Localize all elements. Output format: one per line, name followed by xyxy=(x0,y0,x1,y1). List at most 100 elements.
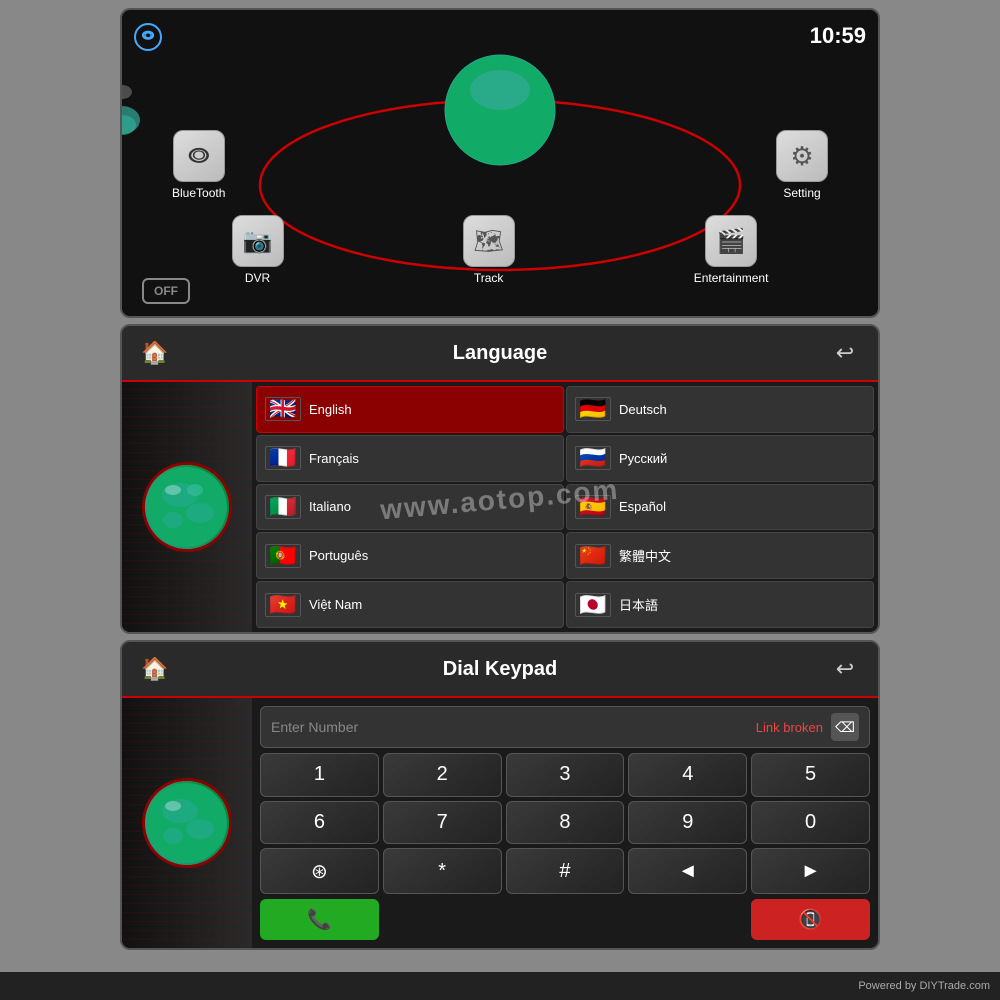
bluetooth-icon-box: ⭖ xyxy=(173,130,225,182)
language-item-english[interactable]: 🇬🇧 English xyxy=(256,386,564,433)
flag-3: 🇷🇺 xyxy=(575,446,611,470)
key-x[interactable]: * xyxy=(383,848,502,894)
key-x[interactable]: # xyxy=(506,848,625,894)
back-button[interactable]: ↩ xyxy=(828,336,862,370)
language-item-deutsch[interactable]: 🇩🇪 Deutsch xyxy=(566,386,874,433)
keypad-header: 🏠 Dial Keypad ↩ xyxy=(122,642,878,698)
number-input-bar: Enter Number Link broken ⌫ xyxy=(260,706,870,748)
home-button[interactable]: 🏠 xyxy=(138,336,172,370)
flag-7: 🇨🇳 xyxy=(575,544,611,568)
off-button[interactable]: OFF xyxy=(142,278,190,304)
call-empty-3 xyxy=(628,899,747,940)
setting-icon-box: ⚙ xyxy=(776,130,828,182)
language-item-español[interactable]: 🇪🇸 Español xyxy=(566,484,874,531)
key-x[interactable]: ► xyxy=(751,848,870,894)
key-7[interactable]: 7 xyxy=(383,801,502,845)
menu-row2: 📷 DVR 🗺 Track 🎬 Entertainment xyxy=(122,215,878,285)
link-broken-status: Link broken xyxy=(756,720,823,735)
footer-bar: Powered by DIYTrade.com xyxy=(0,972,1000,1000)
backspace-button[interactable]: ⌫ xyxy=(831,713,859,741)
keypad-home-button[interactable]: 🏠 xyxy=(138,652,172,686)
main-menu-inner: ⭖ 10:59 xyxy=(122,10,878,316)
call-empty-2 xyxy=(506,899,625,940)
language-item-português[interactable]: 🇵🇹Português xyxy=(256,532,564,579)
globe-ball xyxy=(142,462,232,552)
language-grid: 🇬🇧 English 🇩🇪 Deutsch 🇫🇷 Français 🇷🇺Русский 🇮🇹 I… xyxy=(252,382,878,632)
call-row: 📞 📵 xyxy=(260,899,870,940)
language-title: Language xyxy=(453,342,547,365)
key-x[interactable]: ⊛ xyxy=(260,848,379,894)
menu-row1: ⭖ BlueTooth ⚙ Setting xyxy=(122,130,878,200)
footer-text: Powered by DIYTrade.com xyxy=(858,980,990,992)
language-item-italiano[interactable]: 🇮🇹 Italiano xyxy=(256,484,564,531)
end-call-button[interactable]: 📵 xyxy=(751,899,870,940)
key-8[interactable]: 8 xyxy=(506,801,625,845)
key-0[interactable]: 0 xyxy=(751,801,870,845)
key-4[interactable]: 4 xyxy=(628,753,747,797)
flag-4: 🇮🇹 xyxy=(265,495,301,519)
track-icon-box: 🗺 xyxy=(463,215,515,267)
lang-name-2: Français xyxy=(309,451,359,466)
lang-name-1: Deutsch xyxy=(619,402,667,417)
bluetooth-label: BlueTooth xyxy=(172,186,225,200)
globe-decoration xyxy=(122,382,252,632)
language-item-日本語[interactable]: 🇯🇵 日本語 xyxy=(566,581,874,628)
key-3[interactable]: 3 xyxy=(506,753,625,797)
key-2[interactable]: 2 xyxy=(383,753,502,797)
keypad-area: Enter Number Link broken ⌫ 12345 67890 ⊛*#… xyxy=(252,698,878,948)
language-item-việt-nam[interactable]: 🇻🇳Việt Nam xyxy=(256,581,564,628)
key-5[interactable]: 5 xyxy=(751,753,870,797)
entertainment-label: Entertainment xyxy=(694,271,769,285)
entertainment-icon: 🎬 xyxy=(716,227,746,256)
flag-2: 🇫🇷 xyxy=(265,446,301,470)
language-item-français[interactable]: 🇫🇷 Français xyxy=(256,435,564,482)
key-x[interactable]: ◄ xyxy=(628,848,747,894)
flag-0: 🇬🇧 xyxy=(265,397,301,421)
keypad-globe-ball xyxy=(142,778,232,868)
flag-5: 🇪🇸 xyxy=(575,495,611,519)
keypad-grid: 12345 67890 ⊛*#◄► xyxy=(260,753,870,894)
setting-label: Setting xyxy=(783,186,820,200)
screen-language: 🏠 Language ↩ xyxy=(120,324,880,634)
lang-name-4: Italiano xyxy=(309,499,351,514)
setting-menu-item[interactable]: ⚙ Setting xyxy=(776,130,828,200)
keypad-body: Enter Number Link broken ⌫ 12345 67890 ⊛*#… xyxy=(122,698,878,948)
language-header: 🏠 Language ↩ xyxy=(122,326,878,382)
language-item-русский[interactable]: 🇷🇺Русский xyxy=(566,435,874,482)
flag-1: 🇩🇪 xyxy=(575,397,611,421)
key-1[interactable]: 1 xyxy=(260,753,379,797)
setting-icon: ⚙ xyxy=(790,141,813,172)
lang-name-6: Português xyxy=(309,548,368,563)
track-icon: 🗺 xyxy=(473,227,503,256)
flag-9: 🇯🇵 xyxy=(575,593,611,617)
key-6[interactable]: 6 xyxy=(260,801,379,845)
lang-name-9: 日本語 xyxy=(619,595,658,614)
dvr-icon: 📷 xyxy=(243,227,273,256)
screen-main-menu: ⭖ 10:59 xyxy=(120,8,880,318)
screen-dial-keypad: 🏠 Dial Keypad ↩ xyxy=(120,640,880,950)
bluetooth-icon: ⭖ xyxy=(188,140,210,173)
globe-svg-inner xyxy=(145,465,229,549)
lang-name-8: Việt Nam xyxy=(309,597,362,612)
keypad-globe-inner xyxy=(145,781,229,865)
globe-ball-inner xyxy=(145,465,229,549)
lang-name-7: 繁體中文 xyxy=(619,546,671,565)
call-button[interactable]: 📞 xyxy=(260,899,379,940)
track-menu-item[interactable]: 🗺 Track xyxy=(463,215,515,285)
key-9[interactable]: 9 xyxy=(628,801,747,845)
lang-name-0: English xyxy=(309,402,352,417)
screens-container: ⭖ 10:59 xyxy=(120,8,880,950)
bluetooth-menu-item[interactable]: ⭖ BlueTooth xyxy=(172,130,225,200)
language-item-繁體中文[interactable]: 🇨🇳 繁體中文 xyxy=(566,532,874,579)
keypad-globe-svg xyxy=(145,781,229,865)
dvr-icon-box: 📷 xyxy=(232,215,284,267)
lang-name-5: Español xyxy=(619,499,666,514)
keypad-back-button[interactable]: ↩ xyxy=(828,652,862,686)
keypad-title: Dial Keypad xyxy=(443,658,557,681)
call-empty-1 xyxy=(383,899,502,940)
entertainment-menu-item[interactable]: 🎬 Entertainment xyxy=(694,215,769,285)
track-label: Track xyxy=(474,271,504,285)
dvr-label: DVR xyxy=(245,271,270,285)
dvr-menu-item[interactable]: 📷 DVR xyxy=(232,215,284,285)
entertainment-icon-box: 🎬 xyxy=(705,215,757,267)
